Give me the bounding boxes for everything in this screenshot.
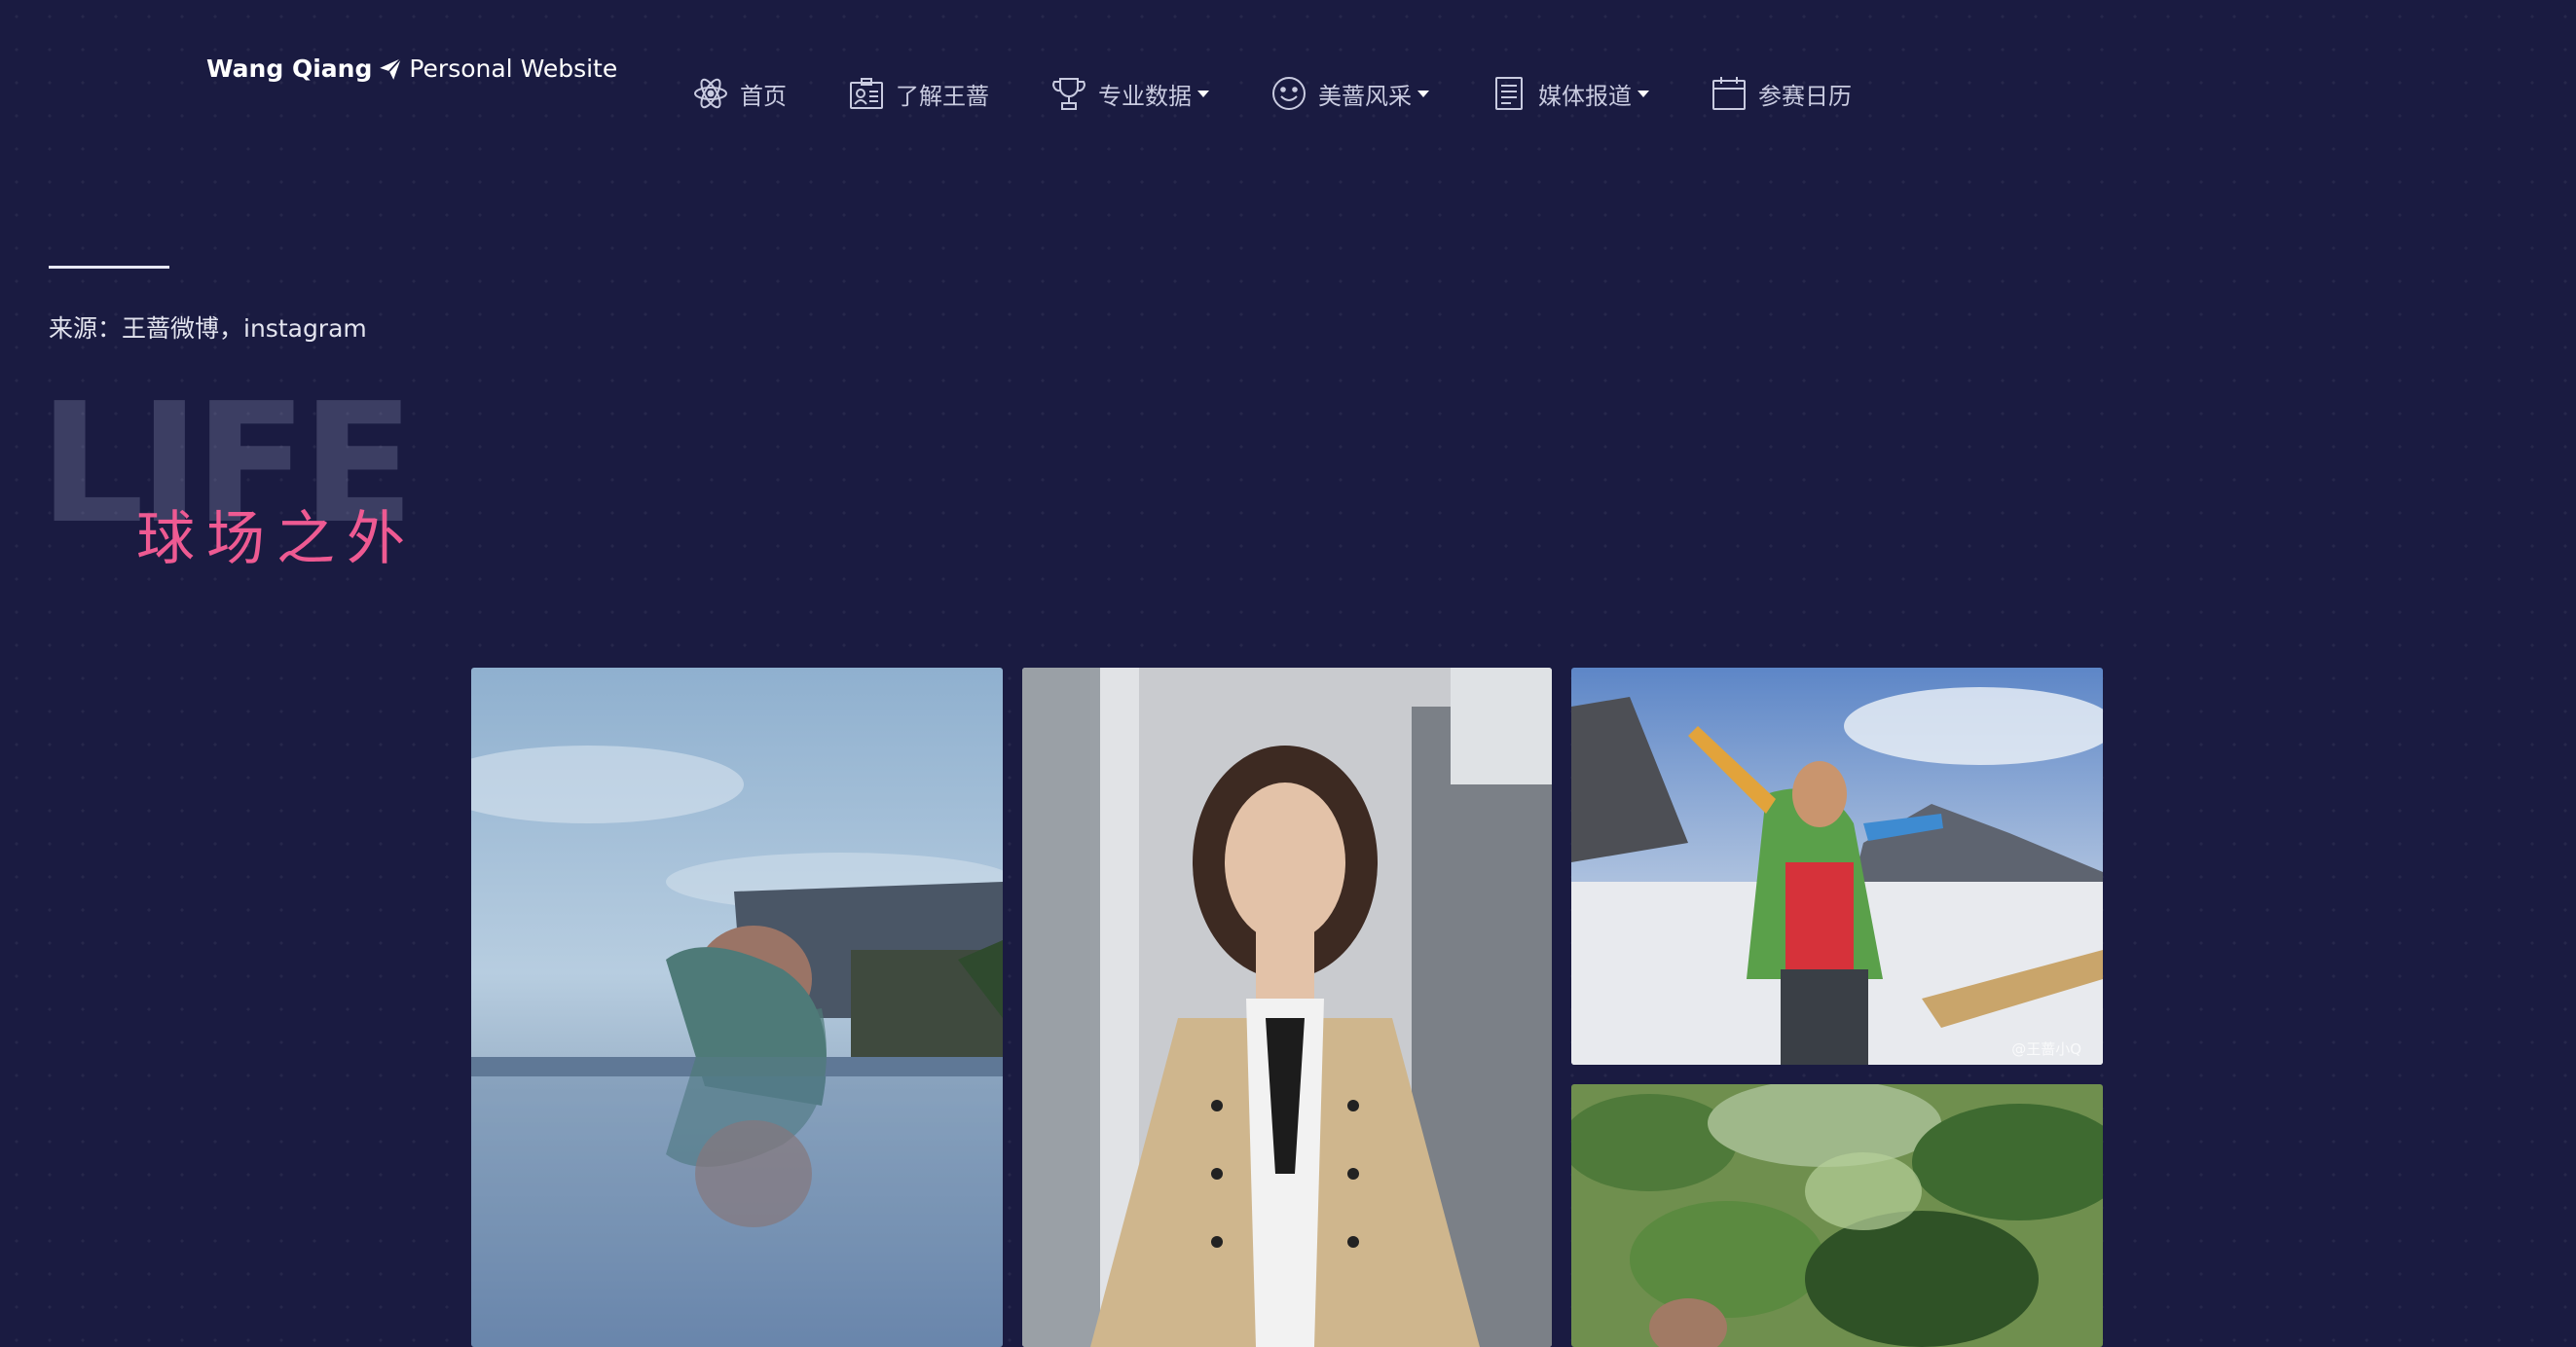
nav-label: 专业数据 <box>1098 82 1192 110</box>
nav-label: 参赛日历 <box>1758 82 1852 110</box>
source-caption: 来源：王蔷微博，instagram <box>49 314 367 343</box>
chevron-down-icon <box>1417 90 1429 97</box>
nav-item-gallery[interactable]: 美蔷风采 <box>1270 74 1429 113</box>
leaves-photo-image <box>1571 1084 2103 1347</box>
photo-watermark: @王蔷小Q <box>2011 1040 2081 1058</box>
nav-label: 了解王蔷 <box>896 82 989 110</box>
nav-item-calendar[interactable]: 参赛日历 <box>1710 74 1852 113</box>
mountain-photo-image <box>1571 668 2103 1065</box>
nav-item-home[interactable]: 首页 <box>691 74 787 113</box>
site-brand[interactable]: Wang Qiang Personal Website <box>206 55 617 83</box>
gallery-photo-portrait[interactable] <box>1022 668 1552 1347</box>
brand-subtitle: Personal Website <box>409 55 618 83</box>
gallery-photo-leaves[interactable] <box>1571 1084 2103 1347</box>
section-divider <box>49 266 169 269</box>
nav-label: 美蔷风采 <box>1318 82 1412 110</box>
nav-item-about[interactable]: 了解王蔷 <box>847 74 989 113</box>
nav-label: 媒体报道 <box>1538 82 1632 110</box>
document-icon <box>1490 74 1528 113</box>
atom-icon <box>691 74 730 113</box>
gallery-photo-poolside[interactable] <box>471 668 1003 1347</box>
smile-icon <box>1270 74 1308 113</box>
gallery-photo-mountain[interactable]: @王蔷小Q <box>1571 668 2103 1065</box>
nav-label: 首页 <box>740 82 787 110</box>
brand-name: Wang Qiang <box>206 55 373 83</box>
portrait-photo-image <box>1022 668 1552 1347</box>
chevron-down-icon <box>1197 90 1209 97</box>
trophy-icon <box>1049 74 1088 113</box>
chevron-down-icon <box>1638 90 1649 97</box>
main-nav: 首页 了解王蔷 专业数据 美蔷风采 媒体报道 参赛日历 <box>691 68 1912 119</box>
id-card-icon <box>847 74 886 113</box>
calendar-icon <box>1710 74 1748 113</box>
paper-plane-icon <box>378 56 403 82</box>
poolside-photo-image <box>471 668 1003 1347</box>
section-title: 球场之外 <box>136 505 417 573</box>
nav-item-media[interactable]: 媒体报道 <box>1490 74 1649 113</box>
nav-item-stats[interactable]: 专业数据 <box>1049 74 1209 113</box>
